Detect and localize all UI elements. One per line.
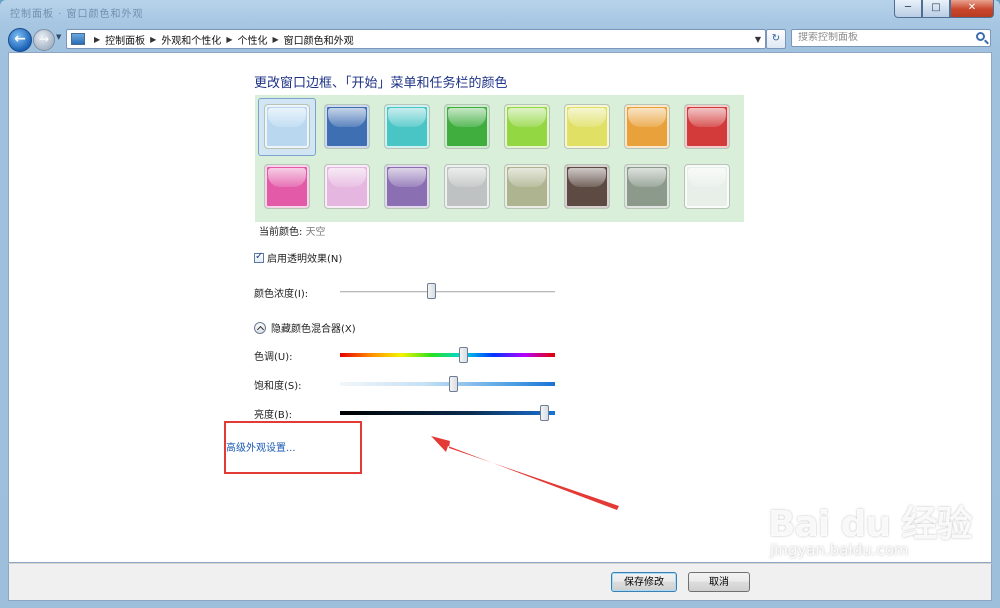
color-swatch[interactable] xyxy=(324,104,370,149)
intensity-slider[interactable] xyxy=(340,283,555,299)
breadcrumb-appearance[interactable]: 外观和个性化 xyxy=(161,32,221,47)
saturation-label: 饱和度(S): xyxy=(254,381,302,392)
color-swatch[interactable] xyxy=(384,104,430,149)
color-swatch[interactable] xyxy=(504,104,550,149)
search-input[interactable] xyxy=(798,32,968,43)
watermark-logo: Bai du 经验 xyxy=(768,504,973,545)
history-dropdown-icon[interactable]: ▼ xyxy=(56,33,61,41)
chevron-right-icon[interactable]: ▶ xyxy=(150,35,156,44)
intensity-slider-thumb[interactable] xyxy=(427,283,436,299)
color-swatch[interactable] xyxy=(264,104,310,149)
hue-slider[interactable] xyxy=(340,347,555,363)
back-arrow-icon[interactable]: ← xyxy=(8,28,32,52)
color-swatch[interactable] xyxy=(564,104,610,149)
chevron-right-icon[interactable]: ▶ xyxy=(94,35,100,44)
intensity-label: 颜色浓度(I): xyxy=(254,289,309,300)
address-bar[interactable]: ▶ 控制面板 ▶ 外观和个性化 ▶ 个性化 ▶ 窗口颜色和外观 ▼ xyxy=(66,29,766,49)
baidu-watermark: Bai du 经验 jingyan.baidu.com xyxy=(768,495,973,559)
search-box[interactable] xyxy=(791,29,991,47)
brightness-label: 亮度(B): xyxy=(254,410,293,421)
watermark-url: jingyan.baidu.com xyxy=(770,541,909,559)
close-button[interactable]: ✕ xyxy=(950,0,994,18)
transparency-checkbox-row[interactable]: 启用透明效果(N) xyxy=(254,250,342,265)
saturation-slider[interactable] xyxy=(340,376,555,392)
current-color-label: 当前颜色: xyxy=(259,227,303,238)
forward-arrow-icon[interactable]: → xyxy=(33,29,55,51)
mixer-toggle[interactable]: 隐藏颜色混合器(X) xyxy=(254,320,356,335)
maximize-button[interactable]: □ xyxy=(922,0,950,18)
mixer-toggle-label[interactable]: 隐藏颜色混合器(X) xyxy=(271,320,356,335)
brightness-slider[interactable] xyxy=(340,405,555,421)
breadcrumb-window-color[interactable]: 窗口颜色和外观 xyxy=(284,32,354,47)
hue-slider-thumb[interactable] xyxy=(459,347,468,363)
color-swatch[interactable] xyxy=(384,164,430,209)
color-swatch[interactable] xyxy=(444,164,490,209)
current-color-value: 天空 xyxy=(305,227,326,238)
annotation-highlight-box xyxy=(224,421,362,474)
navigation-bar: ← → ▼ ▶ 控制面板 ▶ 外观和个性化 ▶ 个性化 ▶ 窗口颜色和外观 ▼ … xyxy=(0,24,1000,52)
color-swatch[interactable] xyxy=(264,164,310,209)
color-swatch[interactable] xyxy=(624,104,670,149)
saturation-slider-thumb[interactable] xyxy=(449,376,458,392)
title-bar[interactable]: 控制面板 · 窗口颜色和外观 ─ □ ✕ xyxy=(0,0,1000,24)
refresh-icon[interactable]: ↻ xyxy=(766,29,786,49)
transparency-checkbox[interactable] xyxy=(254,251,264,263)
minimize-button[interactable]: ─ xyxy=(894,0,922,18)
color-swatch[interactable] xyxy=(624,164,670,209)
brightness-slider-thumb[interactable] xyxy=(540,405,549,421)
chevron-right-icon[interactable]: ▶ xyxy=(272,35,278,44)
hue-label: 色调(U): xyxy=(254,352,293,363)
search-icon[interactable] xyxy=(976,32,985,41)
save-button[interactable]: 保存修改 xyxy=(611,572,677,592)
color-swatch[interactable] xyxy=(444,104,490,149)
color-swatch[interactable] xyxy=(324,164,370,209)
transparency-label[interactable]: 启用透明效果(N) xyxy=(267,250,342,265)
page-title: 更改窗口边框、「开始」菜单和任务栏的颜色 xyxy=(254,76,508,91)
color-swatch[interactable] xyxy=(684,104,730,149)
window-frame: 控制面板 · 窗口颜色和外观 ─ □ ✕ ← → ▼ ▶ 控制面板 ▶ 外观和个… xyxy=(0,0,1000,608)
control-panel-icon xyxy=(71,33,85,45)
chevron-down-icon[interactable]: ▼ xyxy=(755,35,761,44)
chevron-up-icon[interactable] xyxy=(254,321,266,334)
cancel-button[interactable]: 取消 xyxy=(688,572,750,592)
button-bar: 保存修改 取消 xyxy=(8,563,992,601)
window-controls: ─ □ ✕ xyxy=(894,0,994,18)
color-swatch[interactable] xyxy=(504,164,550,209)
chevron-right-icon[interactable]: ▶ xyxy=(226,35,232,44)
content-pane: 更改窗口边框、「开始」菜单和任务栏的颜色 当前颜色: 天空 启用透明效果(N) … xyxy=(8,52,992,563)
current-color: 当前颜色: 天空 xyxy=(259,223,326,238)
window-title: 控制面板 · 窗口颜色和外观 xyxy=(10,9,144,20)
annotation-arrow-icon xyxy=(431,436,619,510)
breadcrumb-control-panel[interactable]: 控制面板 xyxy=(105,32,145,47)
color-swatch[interactable] xyxy=(684,164,730,209)
color-swatch[interactable] xyxy=(564,164,610,209)
color-swatch-grid xyxy=(255,95,744,222)
breadcrumb-personalization[interactable]: 个性化 xyxy=(237,32,267,47)
